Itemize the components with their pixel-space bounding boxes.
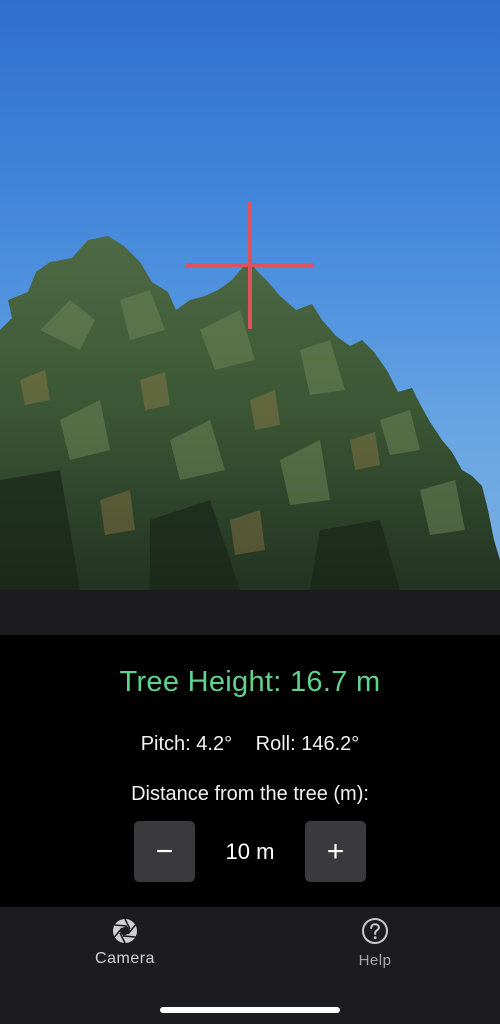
tab-camera-label: Camera xyxy=(95,950,155,967)
camera-aperture-icon xyxy=(113,918,137,944)
question-circle-icon xyxy=(362,918,388,944)
roll-readout: Roll: 146.2° xyxy=(255,733,360,755)
angle-readout: Pitch: 4.2° Roll: 146.2° xyxy=(0,733,500,756)
tab-help[interactable]: Help xyxy=(315,917,435,969)
tab-camera[interactable]: Camera xyxy=(65,917,185,968)
camera-viewfinder xyxy=(0,0,500,590)
distance-stepper: − 10 m + xyxy=(134,821,367,882)
pitch-readout: Pitch: 4.2° xyxy=(140,733,233,755)
preview-bottom-band xyxy=(0,590,500,635)
tree-photo xyxy=(0,236,500,590)
tree-height-readout: Tree Height: 16.7 m xyxy=(119,666,381,698)
measurement-panel: Tree Height: 16.7 m Pitch: 4.2° Roll: 14… xyxy=(0,635,500,907)
tab-help-label: Help xyxy=(358,952,392,969)
home-indicator[interactable] xyxy=(160,1007,340,1013)
decrease-distance-button[interactable]: − xyxy=(134,821,195,882)
distance-label: Distance from the tree (m): xyxy=(131,783,369,805)
increase-distance-button[interactable]: + xyxy=(305,821,366,882)
distance-value: 10 m xyxy=(225,838,275,864)
